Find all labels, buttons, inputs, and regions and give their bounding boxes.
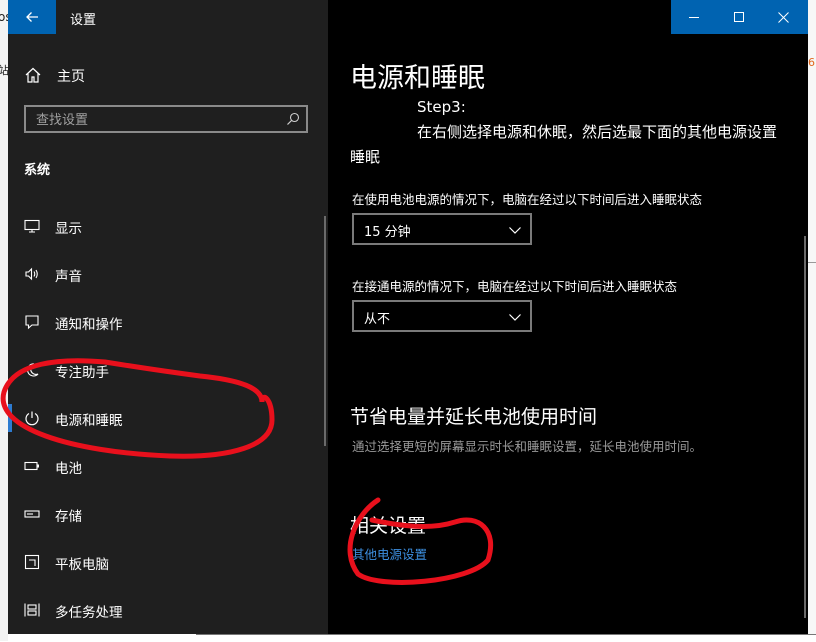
background-divider bbox=[808, 262, 816, 263]
close-icon bbox=[778, 11, 789, 23]
sidebar-item-label: 专注助手 bbox=[55, 365, 109, 381]
annotation-step: Step3: bbox=[417, 98, 466, 116]
speaker-icon bbox=[25, 267, 38, 281]
maximize-button[interactable] bbox=[716, 0, 761, 34]
chevron-down-icon bbox=[509, 227, 521, 234]
page-title: 电源和睡眠 bbox=[350, 63, 485, 94]
search-box[interactable] bbox=[24, 105, 308, 133]
sidebar-item-tablet[interactable]: 平板电脑 bbox=[8, 542, 318, 582]
sidebar-item-label: 电池 bbox=[55, 461, 82, 477]
window-controls bbox=[671, 0, 808, 34]
sidebar-item-label: 通知和操作 bbox=[55, 317, 123, 333]
related-settings-heading: 相关设置 bbox=[350, 515, 427, 537]
sidebar-item-storage[interactable]: 存储 bbox=[8, 494, 318, 534]
annotation-text: 在右侧选择电源和休眠，然后选最下面的其他电源设置 bbox=[417, 123, 778, 141]
battery-sleep-dropdown[interactable]: 15 分钟 bbox=[352, 213, 532, 245]
sidebar-item-display[interactable]: 显示 bbox=[8, 206, 318, 246]
active-indicator bbox=[8, 404, 12, 432]
title-bar: 设置 bbox=[8, 0, 328, 34]
content-pane: 电源和睡眠 Step3: 在右侧选择电源和休眠，然后选最下面的其他电源设置 睡眠… bbox=[328, 0, 808, 634]
background-text: 6 bbox=[808, 56, 815, 69]
background-app-left: os 站 bbox=[0, 0, 12, 641]
sidebar-item-home[interactable]: 主页 bbox=[8, 58, 328, 90]
sidebar-item-multitasking[interactable]: 多任务处理 bbox=[8, 590, 318, 630]
content-scrollbar[interactable] bbox=[804, 236, 806, 618]
search-icon[interactable] bbox=[286, 112, 300, 126]
sidebar-item-sound[interactable]: 声音 bbox=[8, 254, 318, 294]
sidebar-item-label: 多任务处理 bbox=[55, 605, 123, 621]
sidebar-item-notifications[interactable]: 通知和操作 bbox=[8, 302, 318, 342]
settings-window: 设置 主页 系统 显示 bbox=[8, 0, 808, 634]
maximize-icon bbox=[733, 12, 744, 22]
storage-icon bbox=[24, 510, 40, 518]
home-icon bbox=[25, 67, 41, 83]
sidebar: 设置 主页 系统 显示 bbox=[8, 0, 328, 634]
save-power-heading: 节省电量并延长电池使用时间 bbox=[350, 406, 598, 428]
back-button[interactable] bbox=[8, 0, 56, 34]
sleep-heading: 睡眠 bbox=[350, 148, 381, 166]
sidebar-item-label: 电源和睡眠 bbox=[55, 413, 123, 429]
battery-icon bbox=[24, 461, 39, 471]
close-button[interactable] bbox=[761, 0, 806, 34]
search-input[interactable] bbox=[34, 110, 278, 130]
monitor-icon bbox=[24, 219, 40, 233]
sidebar-item-label: 存储 bbox=[55, 509, 82, 525]
tablet-icon bbox=[24, 554, 40, 570]
dropdown-value: 从不 bbox=[364, 312, 391, 327]
sidebar-item-label: 声音 bbox=[55, 269, 82, 285]
power-icon bbox=[25, 411, 39, 426]
sidebar-item-label: 主页 bbox=[57, 69, 85, 85]
dropdown-value: 15 分钟 bbox=[364, 225, 411, 240]
minimize-icon bbox=[688, 17, 699, 18]
save-power-description: 通过选择更短的屏幕显示时长和睡眠设置，延长电池使用时间。 bbox=[352, 439, 703, 454]
sidebar-item-power-sleep[interactable]: 电源和睡眠 bbox=[8, 398, 318, 438]
window-title: 设置 bbox=[70, 13, 97, 28]
section-title: 系统 bbox=[24, 163, 51, 178]
moon-icon bbox=[27, 363, 39, 377]
sidebar-item-label: 平板电脑 bbox=[55, 557, 109, 573]
background-app-right: 6 bbox=[808, 0, 816, 641]
chevron-down-icon bbox=[509, 314, 521, 321]
sidebar-item-battery[interactable]: 电池 bbox=[8, 446, 318, 486]
battery-sleep-label: 在使用电池电源的情况下，电脑在经过以下时间后进入睡眠状态 bbox=[352, 192, 703, 207]
sidebar-item-label: 显示 bbox=[55, 221, 82, 237]
sidebar-item-focus-assist[interactable]: 专注助手 bbox=[8, 350, 318, 390]
notification-icon bbox=[25, 315, 39, 330]
arrow-left-icon bbox=[26, 12, 38, 22]
minimize-button[interactable] bbox=[671, 0, 716, 34]
additional-power-settings-link[interactable]: 其他电源设置 bbox=[352, 544, 427, 563]
plugged-sleep-label: 在接通电源的情况下，电脑在经过以下时间后进入睡眠状态 bbox=[352, 279, 678, 294]
plugged-sleep-dropdown[interactable]: 从不 bbox=[352, 300, 532, 332]
multitask-icon bbox=[24, 603, 40, 617]
sidebar-scrollbar[interactable] bbox=[324, 216, 326, 446]
